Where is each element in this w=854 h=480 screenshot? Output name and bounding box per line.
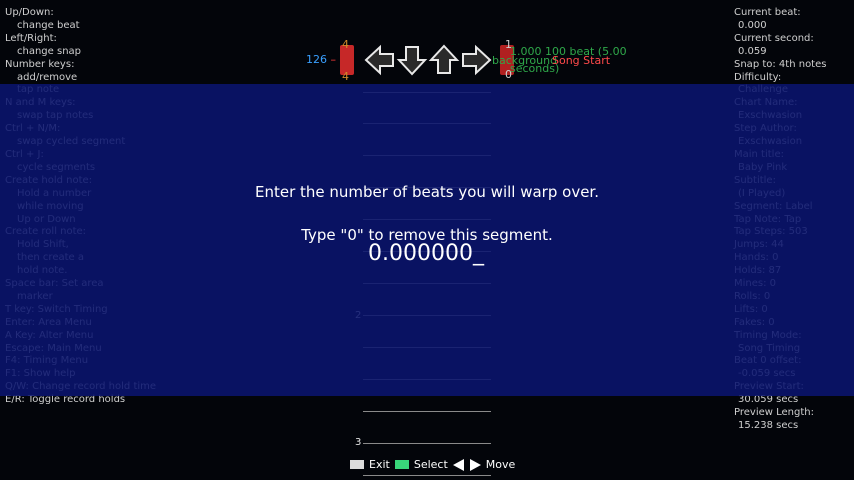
select-button[interactable]: Select [414, 458, 448, 471]
stop-top-label: 4 [342, 38, 349, 51]
help-line: Left/Right: [5, 32, 57, 44]
left-arrow-receptor-icon [364, 44, 394, 76]
info-line: Current beat: [734, 7, 801, 18]
beat-rule [363, 475, 491, 476]
info-line: 30.059 secs [738, 394, 799, 406]
right-arrow-receptor-icon [462, 44, 492, 76]
help-line: Up/Down: [5, 7, 54, 18]
move-button[interactable]: Move [486, 458, 516, 471]
up-arrow-receptor-icon [428, 44, 460, 74]
info-line: Snap to: 4th notes [734, 58, 827, 70]
bpm-separator: – [330, 53, 337, 66]
info-line: 15.238 secs [738, 420, 799, 431]
help-line: change snap [17, 45, 82, 57]
exit-button[interactable]: Exit [369, 458, 390, 471]
editor-stage: Up/Down: change beat Left/Right: change sna… [0, 0, 854, 480]
down-arrow-receptor-icon [396, 46, 428, 76]
receptor-row [360, 44, 492, 76]
left-right-arrows-icon [452, 458, 481, 471]
measure-rule [363, 443, 491, 444]
beat-rule [363, 411, 491, 412]
dialog-prompt: Enter the number of beats you will warp … [255, 183, 599, 201]
help-line: change beat [17, 19, 80, 31]
help-line: add/remove [17, 71, 78, 83]
measure-number: 3 [355, 437, 362, 448]
stop-bottom-label: 4 [342, 70, 349, 83]
song-start-label: Song Start [552, 54, 611, 67]
beats-value-input[interactable]: 0.000000_ [368, 241, 484, 266]
footer-controls: Exit Select Move [350, 458, 515, 471]
select-key-icon [394, 460, 409, 469]
bpm-label: 126 – [306, 53, 336, 66]
info-line: Current second: [734, 32, 814, 44]
help-line: E/R: Toggle record holds [5, 394, 126, 406]
warp-seconds-label: seconds) [510, 62, 560, 75]
exit-key-icon [350, 460, 364, 469]
info-line: Difficulty: [734, 71, 782, 83]
bpm-value: 126 [306, 53, 327, 66]
help-line: Number keys: [5, 58, 75, 70]
info-line: 0.000 [738, 19, 767, 31]
info-line: 0.059 [738, 45, 767, 57]
info-line: Preview Length: [734, 407, 814, 419]
